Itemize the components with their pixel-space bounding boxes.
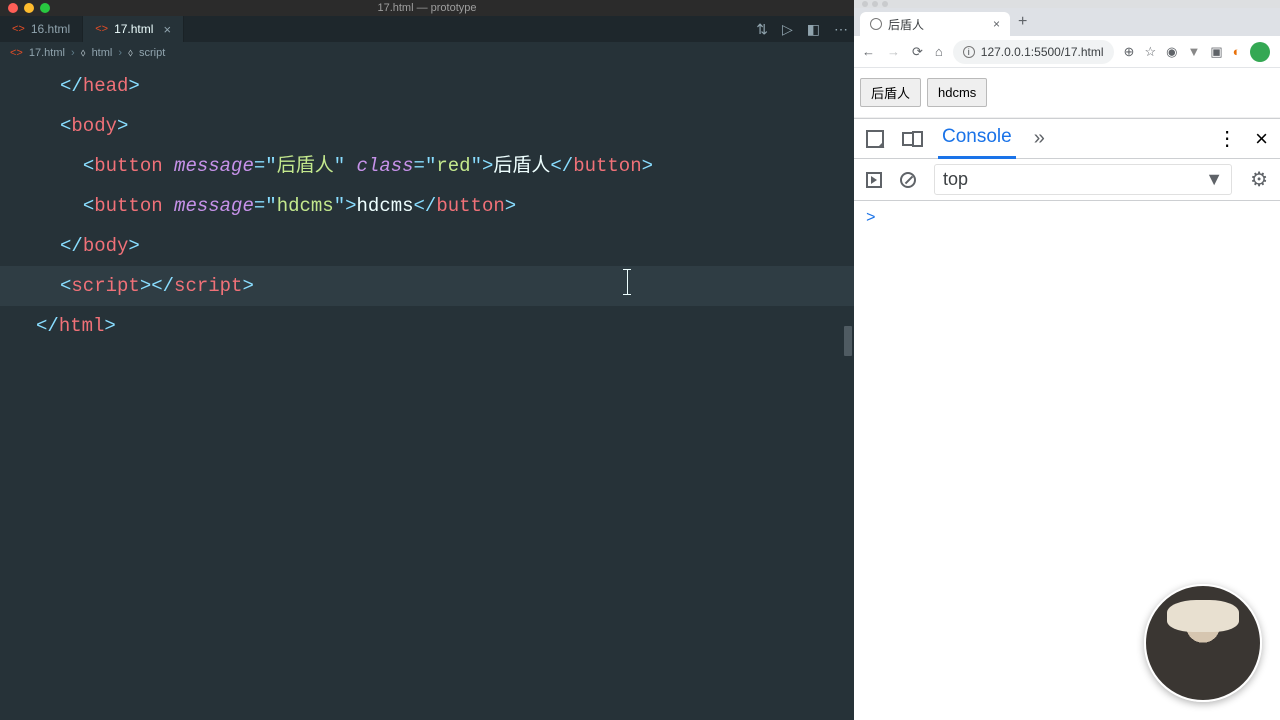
- code-line: </head>: [60, 66, 854, 106]
- console-settings-icon[interactable]: ⚙: [1250, 167, 1268, 192]
- browser-tab-title: 后盾人: [888, 16, 924, 33]
- inspect-element-icon[interactable]: [866, 130, 884, 148]
- run-icon[interactable]: ▷: [782, 21, 793, 38]
- zoom-icon[interactable]: ⊕: [1124, 44, 1135, 60]
- back-button[interactable]: ←: [862, 44, 875, 60]
- window-title: 17.html — prototype: [0, 2, 854, 14]
- traffic-light-icon[interactable]: [882, 1, 888, 7]
- breadcrumb-html: html: [92, 47, 113, 59]
- page-viewport: 后盾人 hdcms: [854, 68, 1280, 118]
- breadcrumb-file: 17.html: [29, 47, 65, 59]
- url-text: 127.0.0.1:5500/17.html: [981, 45, 1104, 59]
- console-prompt-icon: >: [866, 209, 876, 227]
- code-line: <button message="hdcms">hdcms</button>: [60, 186, 854, 226]
- context-label: top: [943, 169, 968, 190]
- context-selector[interactable]: top ▼: [934, 164, 1232, 195]
- more-tabs-icon[interactable]: »: [1034, 127, 1045, 150]
- compare-changes-icon[interactable]: ⇅: [756, 21, 768, 38]
- browser-tabstrip: 后盾人 × +: [854, 8, 1280, 36]
- extension-icon[interactable]: ◉: [1166, 44, 1177, 60]
- browser-titlebar: [854, 0, 1280, 8]
- extension-icon[interactable]: ▼: [1187, 44, 1200, 59]
- code-line-active: <script></script>: [0, 266, 854, 306]
- bookmark-icon[interactable]: ☆: [1144, 44, 1156, 60]
- element-icon: ⬨: [128, 47, 133, 60]
- code-line: </body>: [60, 226, 854, 266]
- vscode-window: 17.html — prototype <> 16.html <> 17.htm…: [0, 0, 854, 720]
- extension-icon[interactable]: ◐: [1233, 44, 1241, 59]
- editor-tabbar: <> 16.html <> 17.html × ⇅ ▷ ◧ ⋯: [0, 16, 854, 42]
- execution-context-icon[interactable]: [866, 172, 882, 188]
- tab-17-html[interactable]: <> 17.html ×: [83, 16, 184, 42]
- chevron-down-icon: ▼: [1205, 169, 1223, 190]
- code-line: <button message="后盾人" class="red">后盾人</b…: [60, 146, 854, 186]
- browser-toolbar: ← → ⟳ ⌂ i 127.0.0.1:5500/17.html ⊕ ☆ ◉ ▼…: [854, 36, 1280, 68]
- code-line: </html>: [36, 306, 854, 346]
- html-file-icon: <>: [12, 23, 25, 35]
- page-button-houdunren[interactable]: 后盾人: [860, 78, 921, 107]
- html-file-icon: <>: [95, 23, 108, 35]
- more-actions-icon[interactable]: ⋯: [834, 21, 848, 38]
- globe-icon: [870, 18, 882, 30]
- tab-label: 17.html: [114, 22, 153, 36]
- close-tab-icon[interactable]: ×: [163, 22, 171, 37]
- address-bar[interactable]: i 127.0.0.1:5500/17.html: [953, 40, 1114, 64]
- vertical-scrollbar[interactable]: [844, 326, 852, 356]
- devtools-tabbar: Console » ⋮ ×: [854, 119, 1280, 159]
- titlebar: 17.html — prototype: [0, 0, 854, 16]
- code-line: <body>: [60, 106, 854, 146]
- device-toggle-icon[interactable]: [902, 132, 920, 146]
- split-editor-icon[interactable]: ◧: [807, 21, 820, 38]
- tab-16-html[interactable]: <> 16.html: [0, 16, 83, 42]
- new-tab-button[interactable]: +: [1010, 13, 1035, 31]
- element-icon: ⬨: [81, 47, 86, 60]
- site-info-icon[interactable]: i: [963, 46, 975, 58]
- console-toolbar: top ▼ ⚙: [854, 159, 1280, 201]
- extension-icon[interactable]: ▣: [1210, 44, 1222, 60]
- code-editor[interactable]: </head> <body> <button message="后盾人" cla…: [0, 64, 854, 720]
- clear-console-icon[interactable]: [900, 172, 916, 188]
- devtools-tab-console[interactable]: Console: [938, 119, 1016, 159]
- chevron-right-icon: ›: [71, 47, 75, 59]
- home-button[interactable]: ⌂: [935, 44, 943, 60]
- webcam-overlay: [1144, 584, 1262, 702]
- text-cursor-icon: [627, 269, 628, 295]
- traffic-light-icon[interactable]: [872, 1, 878, 7]
- html-file-icon: <>: [10, 47, 23, 59]
- close-tab-icon[interactable]: ×: [993, 17, 1000, 31]
- devtools-close-icon[interactable]: ×: [1255, 126, 1268, 152]
- devtools-menu-icon[interactable]: ⋮: [1217, 126, 1237, 151]
- reload-button[interactable]: ⟳: [912, 44, 923, 60]
- browser-tab[interactable]: 后盾人 ×: [860, 12, 1010, 36]
- page-button-hdcms[interactable]: hdcms: [927, 78, 987, 107]
- tab-label: 16.html: [31, 22, 70, 36]
- profile-avatar[interactable]: [1250, 42, 1270, 62]
- chevron-right-icon: ›: [118, 47, 122, 59]
- breadcrumb[interactable]: <> 17.html › ⬨ html › ⬨ script: [0, 42, 854, 64]
- forward-button[interactable]: →: [887, 44, 900, 60]
- traffic-light-icon[interactable]: [862, 1, 868, 7]
- breadcrumb-script: script: [139, 47, 165, 59]
